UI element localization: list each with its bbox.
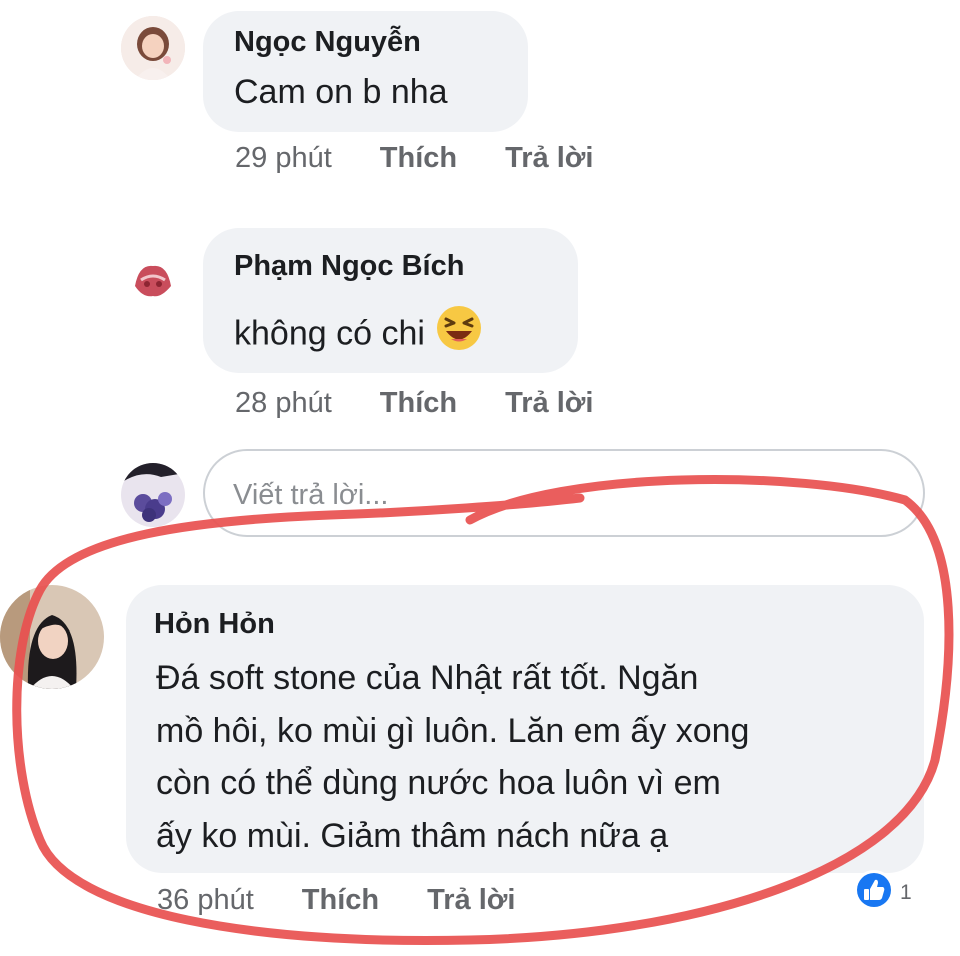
comment-actions: 29 phút Thích Trả lời: [235, 142, 641, 175]
like-reaction-icon: [852, 868, 896, 917]
comment-text-line: còn có thể dùng nước hoa luôn vì em: [156, 764, 721, 802]
reply-input-box[interactable]: [203, 449, 925, 537]
laughing-emoji-icon: [435, 304, 483, 367]
comment-text: không có chi: [234, 304, 483, 367]
comment-text-line: mồ hôi, ko mùi gì luôn. Lăn em ấy xong: [156, 712, 750, 750]
like-button[interactable]: Thích: [380, 142, 457, 175]
avatar[interactable]: [0, 585, 104, 689]
comment-author[interactable]: Ngọc Nguyễn: [234, 26, 421, 59]
comment-text-line: ấy ko mùi. Giảm thâm nách nữa ạ: [156, 817, 669, 855]
comment-author[interactable]: Phạm Ngọc Bích: [234, 250, 464, 283]
comment-author[interactable]: Hỏn Hỏn: [154, 608, 275, 641]
like-button[interactable]: Thích: [380, 387, 457, 420]
reaction-summary[interactable]: 1: [852, 868, 912, 917]
comment-time[interactable]: 29 phút: [235, 142, 332, 175]
reaction-count: 1: [900, 880, 912, 904]
comment-text-line: Đá soft stone của Nhật rất tốt. Ngăn: [156, 659, 699, 697]
user-avatar[interactable]: [121, 463, 185, 527]
comment-text: Cam on b nha: [234, 73, 448, 111]
reply-button[interactable]: Trả lời: [505, 142, 593, 175]
avatar[interactable]: [121, 246, 185, 310]
comment-time[interactable]: 28 phút: [235, 387, 332, 420]
comment-actions: 28 phút Thích Trả lời: [235, 387, 641, 420]
like-button[interactable]: Thích: [302, 884, 379, 917]
reply-input[interactable]: [231, 471, 895, 519]
reply-button[interactable]: Trả lời: [427, 884, 515, 917]
reply-button[interactable]: Trả lời: [505, 387, 593, 420]
comment-actions: 36 phút Thích Trả lời: [157, 884, 563, 917]
comment-text-content: không có chi: [234, 314, 425, 353]
comment-time[interactable]: 36 phút: [157, 884, 254, 917]
avatar[interactable]: [121, 16, 185, 80]
